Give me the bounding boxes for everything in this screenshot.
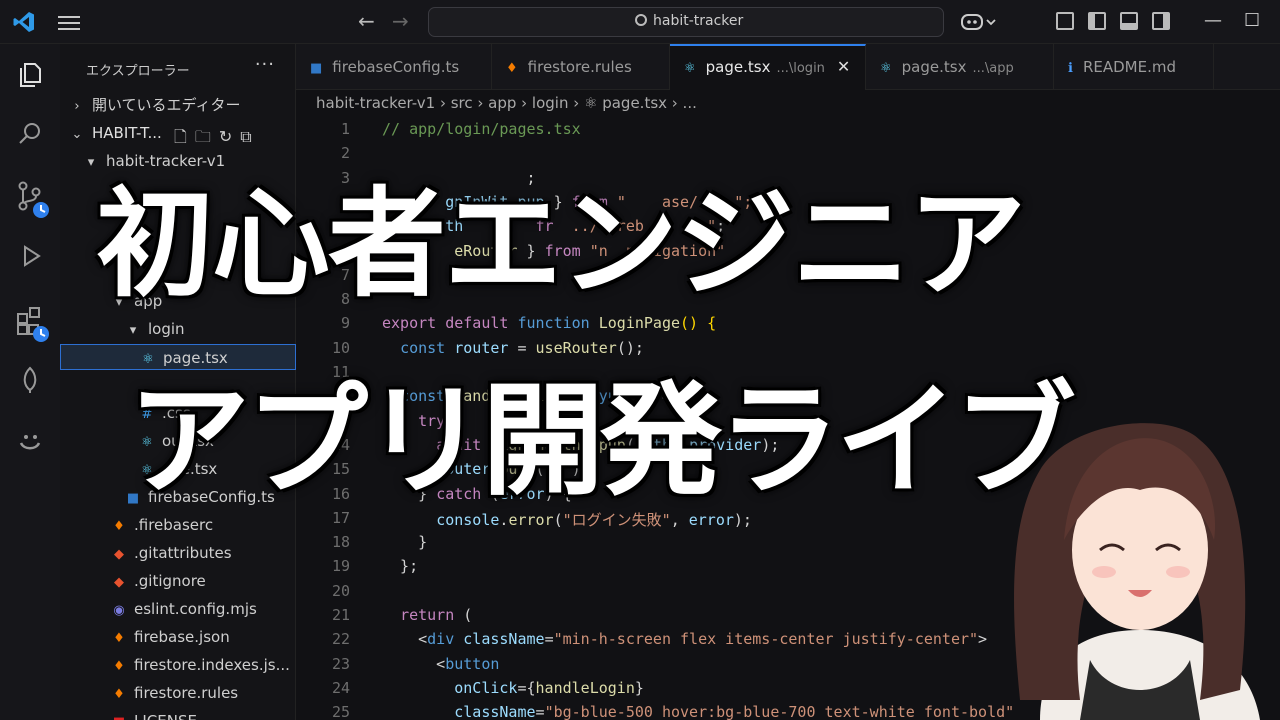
sidebar-item[interactable]: ◆ .gitattributes <box>60 540 296 566</box>
firebase-icon: ♦ <box>113 659 125 674</box>
code-line: <div className="min-h-screen flex items-… <box>382 630 988 649</box>
firebase-icon: ♦ <box>113 519 125 534</box>
copilot-icon[interactable] <box>960 11 1000 33</box>
tab-label: README.md <box>1082 58 1176 76</box>
line-number: 22 <box>331 630 350 649</box>
maximize-icon[interactable]: ☐ <box>1244 10 1260 31</box>
sidebar-item-label: firebase.json <box>134 628 230 646</box>
sidebar-item-label: firestore.rules <box>134 684 239 702</box>
sidebar-item-label: eslint.config.mjs <box>134 600 257 618</box>
minimize-icon[interactable]: — <box>1204 10 1222 31</box>
line-number: 21 <box>331 606 350 624</box>
sidebar-item[interactable]: ♦ firestore.rules <box>60 680 296 706</box>
file-type-icon: ⚛ <box>684 61 696 76</box>
tab-label: page.tsx <box>705 58 771 76</box>
sidebar-item-label: .gitattributes <box>134 544 232 562</box>
explorer-icon[interactable] <box>16 60 44 88</box>
firebase-icon: ♦ <box>113 687 125 702</box>
tab-label: page.tsx <box>901 58 967 76</box>
line-number: 19 <box>331 557 350 576</box>
tab-readme-md[interactable]: ℹ README.md <box>1054 44 1214 90</box>
sidebar-item[interactable]: ◉ eslint.config.mjs <box>60 596 296 622</box>
search-text: habit-tracker <box>653 13 744 29</box>
sidebar-item-label: 開いているエディター <box>92 96 241 114</box>
toggle-primary-sidebar-icon[interactable] <box>1088 12 1106 30</box>
sidebar-item-label: .gitignore <box>134 572 206 590</box>
sidebar-item-label: login <box>148 320 185 338</box>
title-bar: ← → habit-tracker — ☐ <box>0 0 1280 44</box>
code-line: return ( <box>400 606 473 624</box>
toggle-panel-icon[interactable] <box>1120 12 1138 30</box>
mongodb-leaf-icon[interactable] <box>16 366 44 394</box>
more-actions-icon[interactable]: ··· <box>255 54 275 75</box>
sidebar-item[interactable]: ♦ firestore.indexes.js... <box>60 652 296 678</box>
sidebar-item[interactable]: ▾ login <box>60 316 296 342</box>
line-number: 23 <box>331 654 350 673</box>
code-line: // app/login/pages.tsx <box>382 120 581 138</box>
git-icon: ◆ <box>114 575 124 590</box>
license-icon: ■ <box>112 710 126 720</box>
sidebar-item[interactable]: ♦ firebase.json <box>60 624 296 650</box>
tab-label: firestore.rules <box>527 58 632 76</box>
line-number: 25 <box>331 703 350 720</box>
chevron-right-icon: › <box>74 99 80 114</box>
folder-icon: ▾ <box>129 323 137 338</box>
extensions-icon[interactable] <box>16 304 52 344</box>
new-file-icon[interactable]: 🗋 <box>174 127 195 146</box>
line-number: 20 <box>331 581 350 600</box>
sidebar-item-label: LICENSE <box>134 712 197 720</box>
activity-bar <box>0 44 60 720</box>
close-icon[interactable]: ✕ <box>837 57 850 76</box>
smiley-icon[interactable] <box>16 428 44 456</box>
code-line: <button <box>382 654 500 673</box>
code-line: }; <box>382 557 419 576</box>
breadcrumb[interactable]: habit-tracker-v1 › src › app › login › ⚛… <box>316 94 697 112</box>
run-debug-icon[interactable] <box>16 242 44 270</box>
editor-tabs: ■ firebaseConfig.ts ♦ firestore.rules ⚛ page.… <box>296 44 1280 90</box>
sidebar-item[interactable]: ◆ .gitignore <box>60 568 296 594</box>
tab-firebaseconfig-ts[interactable]: ■ firebaseConfig.ts <box>296 44 492 90</box>
tab-label: firebaseConfig.ts <box>332 58 460 76</box>
overlay-title-line1: 初心者エンジニア <box>96 175 1026 313</box>
firebase-icon: ♦ <box>113 631 125 646</box>
file-type-icon: ■ <box>310 61 323 76</box>
source-control-icon[interactable] <box>16 180 52 220</box>
toggle-secondary-sidebar-icon[interactable] <box>1152 12 1170 30</box>
chevron-down-icon: ⌄ <box>71 127 83 142</box>
sidebar-item-label: firestore.indexes.js... <box>134 656 290 674</box>
file-type-icon: ♦ <box>506 61 518 76</box>
overlay-title-line2: アプリ開発ライブ <box>128 370 1076 512</box>
tab-page-tsx[interactable]: ⚛ page.tsx ...\login ✕ <box>670 44 866 90</box>
tab-path: ...\login <box>776 61 825 76</box>
file-type-icon: ℹ <box>1068 61 1073 76</box>
forward-arrow-icon[interactable]: → <box>392 9 409 33</box>
search-icon[interactable] <box>16 120 44 148</box>
collapse-all-icon[interactable]: ⧉ <box>240 127 259 146</box>
tab-path: ...\app <box>972 61 1014 76</box>
back-arrow-icon[interactable]: ← <box>358 9 375 33</box>
menu-icon[interactable] <box>58 12 80 30</box>
command-search-box[interactable]: habit-tracker <box>428 7 944 37</box>
sidebar-item[interactable]: ■ LICENSE <box>60 708 296 720</box>
code-line: } <box>382 533 428 552</box>
git-icon: ◆ <box>114 547 124 562</box>
file-type-icon: ⚛ <box>880 61 892 76</box>
vscode-logo-icon <box>13 12 34 32</box>
sidebar-item[interactable]: › 開いているエディター <box>60 92 296 118</box>
sidebar-item-label: HABIT-T... <box>92 124 162 142</box>
refresh-icon[interactable]: ↻ <box>219 127 240 146</box>
line-number: 18 <box>331 533 350 552</box>
line-number: 1 <box>340 120 350 138</box>
vtuber-avatar-image <box>1014 423 1260 720</box>
eslint-icon: ◉ <box>113 603 125 618</box>
tab-firestore-rules[interactable]: ♦ firestore.rules <box>492 44 670 90</box>
code-line: className="bg-blue-500 hover:bg-blue-700… <box>454 703 1015 720</box>
layout-customize-icon[interactable] <box>1056 12 1074 30</box>
new-folder-icon[interactable]: 🗀 <box>195 127 219 146</box>
tab-page-tsx[interactable]: ⚛ page.tsx ...\app <box>866 44 1054 90</box>
code-line: onClick={handleLogin} <box>454 678 644 697</box>
explorer-title: エクスプローラー <box>86 64 190 79</box>
search-icon <box>635 14 647 26</box>
line-number: 24 <box>331 678 350 697</box>
